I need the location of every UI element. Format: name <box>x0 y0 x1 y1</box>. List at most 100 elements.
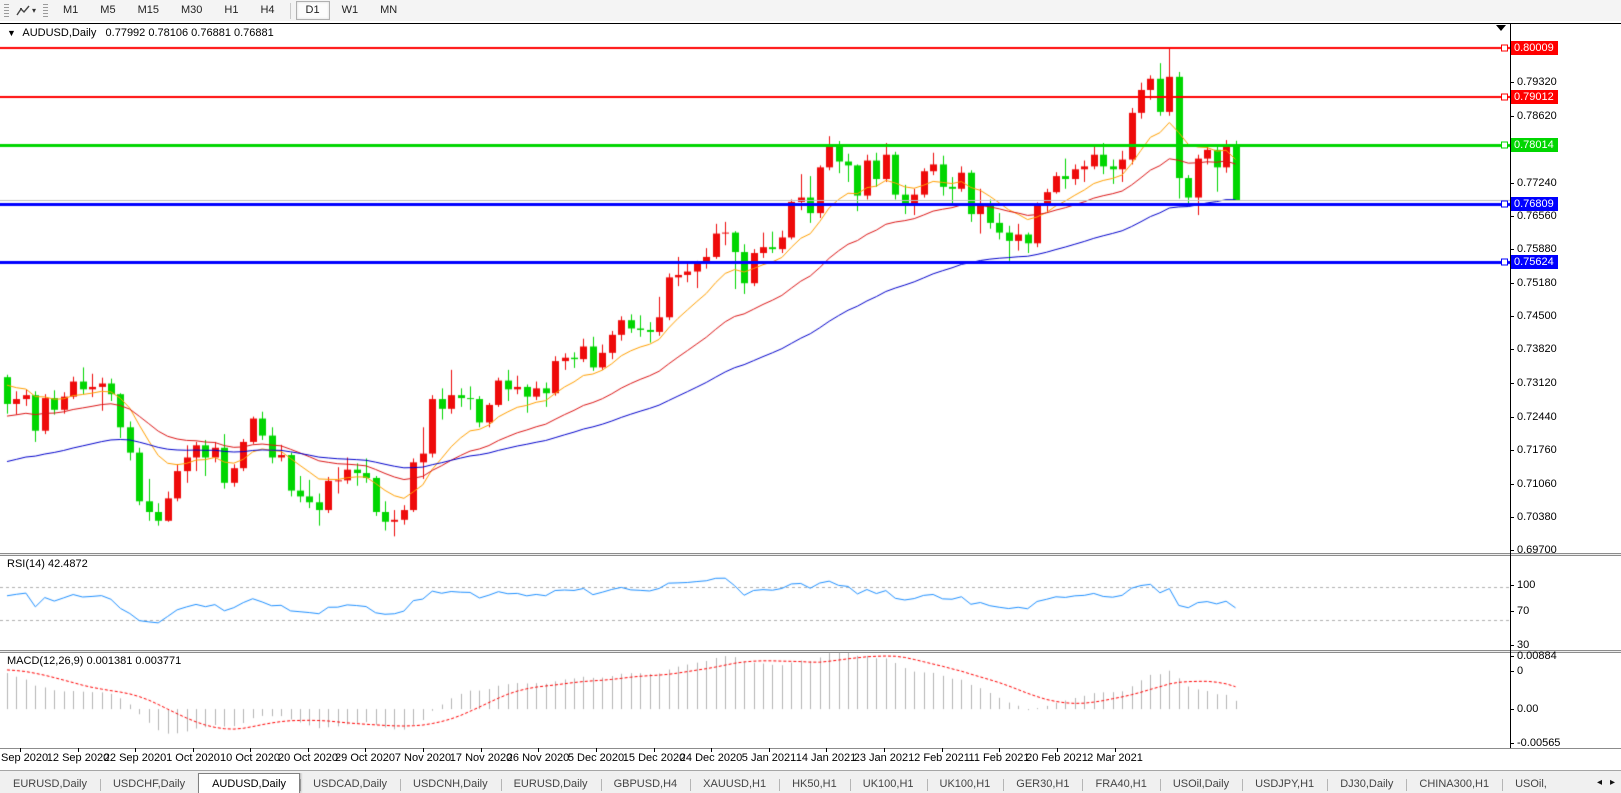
line-studies-button[interactable]: ▾ <box>13 2 39 20</box>
time-axis-label: 12 Sep 2020 <box>47 752 109 764</box>
line-anchor-marker[interactable] <box>1501 45 1508 52</box>
terminal-window: ▾ M1M5M15M30H1H4 D1W1MN ▼ AUDUSD,Daily 0.… <box>0 0 1621 793</box>
collapse-triangle-icon: ▼ <box>7 28 16 38</box>
tab-scroll-controls: ◂ ▸ <box>1591 771 1621 793</box>
timeframe-button-h1[interactable]: H1 <box>214 1 248 20</box>
price-axis-label: 0.71060 <box>1517 478 1557 490</box>
tab-usoil-daily[interactable]: USOil,Daily <box>1160 775 1242 793</box>
price-axis-label: 0.75180 <box>1517 277 1557 289</box>
macd-indicator-label: MACD(12,26,9) 0.001381 0.003771 <box>7 655 181 667</box>
macd-panel-canvas[interactable] <box>0 653 1510 748</box>
tab-fra40-h1[interactable]: FRA40,H1 <box>1082 775 1159 793</box>
time-axis-label: 17 Nov 2020 <box>450 752 512 764</box>
rsi-axis-tickmark <box>1510 671 1514 672</box>
tab-ger30-h1[interactable]: GER30,H1 <box>1003 775 1082 793</box>
chevron-down-icon: ▾ <box>32 6 36 15</box>
rsi-axis-tickmark <box>1510 611 1514 612</box>
timeframe-button-m1[interactable]: M1 <box>53 1 88 20</box>
price-chart-canvas[interactable] <box>0 24 1510 553</box>
tab-china300-h1[interactable]: CHINA300,H1 <box>1406 775 1502 793</box>
toolbar-grip[interactable] <box>4 4 9 18</box>
price-axis-label: 0.69700 <box>1517 544 1557 556</box>
tab-xauusd-h1[interactable]: XAUUSD,H1 <box>690 775 779 793</box>
tab-hk50-h1[interactable]: HK50,H1 <box>779 775 850 793</box>
price-axis-tickmark <box>1510 216 1514 217</box>
price-line-badge: 0.78014 <box>1511 138 1558 152</box>
rsi-axis-label: 100 <box>1517 579 1535 591</box>
price-axis-label: 0.73820 <box>1517 343 1557 355</box>
timeframe-button-mn[interactable]: MN <box>370 1 407 20</box>
tab-usoil[interactable]: USOil, <box>1502 775 1560 793</box>
chart-title: ▼ AUDUSD,Daily 0.77992 0.78106 0.76881 0… <box>7 27 274 39</box>
price-axis-tickmark <box>1510 349 1514 350</box>
chart-ohlc-quote: 0.77992 0.78106 0.76881 0.76881 <box>106 27 274 39</box>
timeframe-button-m15[interactable]: M15 <box>128 1 169 20</box>
rsi-panel-divider[interactable] <box>0 553 1621 556</box>
tab-usdchf-daily[interactable]: USDCHF,Daily <box>100 775 198 793</box>
price-axis-border <box>1510 23 1511 748</box>
tab-usdjpy-h1[interactable]: USDJPY,H1 <box>1242 775 1327 793</box>
timeframe-button-m5[interactable]: M5 <box>90 1 125 20</box>
price-axis-label: 0.72440 <box>1517 411 1557 423</box>
time-axis-label: 11 Feb 2021 <box>969 752 1030 764</box>
price-axis-tickmark <box>1510 116 1514 117</box>
macd-axis-label: 0.00884 <box>1517 650 1557 662</box>
line-anchor-marker[interactable] <box>1501 93 1508 100</box>
price-axis-tickmark <box>1510 316 1514 317</box>
price-axis-tickmark <box>1510 283 1514 284</box>
rsi-panel-canvas[interactable] <box>0 556 1510 650</box>
price-axis-label: 0.76560 <box>1517 210 1557 222</box>
time-axis-label: 20 Oct 2020 <box>278 752 338 764</box>
time-axis-line <box>0 748 1621 749</box>
price-axis-label: 0.75880 <box>1517 243 1557 255</box>
time-axis-label: 5 Dec 2020 <box>568 752 624 764</box>
line-anchor-marker[interactable] <box>1501 142 1508 149</box>
tab-usdcad-daily[interactable]: USDCAD,Daily <box>300 775 400 793</box>
tab-uk100-h1[interactable]: UK100,H1 <box>850 775 927 793</box>
time-axis-label: 26 Nov 2020 <box>507 752 569 764</box>
timeframe-button-h4[interactable]: H4 <box>250 1 284 20</box>
time-axis-label: 1 Oct 2020 <box>166 752 220 764</box>
chart-window: ▼ AUDUSD,Daily 0.77992 0.78106 0.76881 0… <box>0 21 1621 770</box>
tab-uk100-h1[interactable]: UK100,H1 <box>927 775 1004 793</box>
chart-shift-marker[interactable] <box>1496 25 1506 31</box>
price-axis-tickmark <box>1510 383 1514 384</box>
price-line-badge: 0.75624 <box>1511 255 1558 269</box>
tab-eurusd-daily[interactable]: EURUSD,Daily <box>501 775 601 793</box>
rsi-axis-label: 70 <box>1517 605 1529 617</box>
line-anchor-marker[interactable] <box>1501 200 1508 207</box>
tab-dj30-daily[interactable]: DJ30,Daily <box>1327 775 1406 793</box>
timeframe-button-m30[interactable]: M30 <box>171 1 212 20</box>
toolbar-grip[interactable] <box>43 4 48 18</box>
symbol-tab-bar: EURUSD,DailyUSDCHF,DailyAUDUSD,DailyUSDC… <box>0 770 1621 793</box>
macd-axis-label: -0.00565 <box>1517 737 1560 749</box>
macd-axis-label: 0.00 <box>1517 703 1538 715</box>
tab-usdcnh-daily[interactable]: USDCNH,Daily <box>400 775 501 793</box>
time-axis-label: 20 Feb 2021 <box>1026 752 1088 764</box>
tab-scroll-left-icon[interactable]: ◂ <box>1597 777 1602 788</box>
line-anchor-marker[interactable] <box>1501 258 1508 265</box>
rsi-axis-tickmark <box>1510 645 1514 646</box>
price-axis-label: 0.78620 <box>1517 110 1557 122</box>
tab-audusd-daily[interactable]: AUDUSD,Daily <box>198 773 300 793</box>
tab-scroll-right-icon[interactable]: ▸ <box>1610 777 1615 788</box>
timeframe-button-d1[interactable]: D1 <box>296 1 330 20</box>
timeframe-toolbar: ▾ M1M5M15M30H1H4 D1W1MN <box>0 0 1621 22</box>
macd-panel-divider[interactable] <box>0 650 1621 653</box>
price-axis-label: 0.71760 <box>1517 444 1557 456</box>
tab-gbpusd-h4[interactable]: GBPUSD,H4 <box>601 775 691 793</box>
price-line-badge: 0.76809 <box>1511 197 1558 211</box>
toolbar-separator <box>290 3 291 19</box>
macd-axis-tickmark <box>1510 709 1514 710</box>
rsi-axis-tickmark <box>1510 585 1514 586</box>
price-axis-label: 0.73120 <box>1517 377 1557 389</box>
rsi-indicator-label: RSI(14) 42.4872 <box>7 558 88 570</box>
time-axis-label: 23 Jan 2021 <box>854 752 915 764</box>
price-axis-tickmark <box>1510 183 1514 184</box>
timeframe-buttons: M1M5M15M30H1H4 D1W1MN <box>52 1 408 20</box>
price-axis-label: 0.74500 <box>1517 310 1557 322</box>
tab-eurusd-daily[interactable]: EURUSD,Daily <box>0 775 100 793</box>
time-axis-label: 22 Sep 2020 <box>104 752 166 764</box>
time-axis-label: 3 Sep 2020 <box>0 752 48 764</box>
timeframe-button-w1[interactable]: W1 <box>332 1 369 20</box>
